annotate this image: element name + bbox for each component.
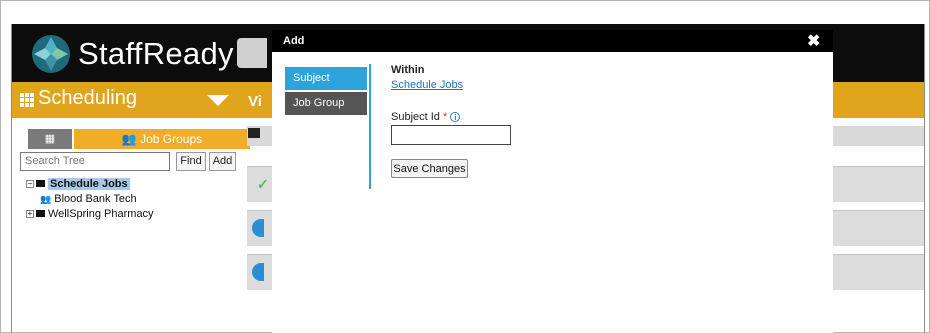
tree-node[interactable]: 👥 Blood Bank Tech — [40, 192, 137, 206]
within-link[interactable]: Schedule Jobs — [391, 79, 463, 91]
job-group-icon: 👥 — [40, 194, 52, 204]
subject-id-label: Subject Id — [391, 111, 440, 123]
check-icon: ✓ — [257, 176, 269, 192]
status-icon — [252, 263, 264, 281]
tab-job-group[interactable]: Job Group — [285, 92, 367, 115]
window-frame: StaffReady Scheduling Vi ▦ 👥 Job Groups … — [0, 0, 930, 333]
people-icon: 👥 — [121, 132, 137, 146]
add-button[interactable]: Add — [209, 152, 236, 171]
logo-text: StaffReady — [78, 36, 234, 71]
tab-organization[interactable]: ▦ — [28, 129, 72, 149]
subject-form: Within Schedule Jobs Subject Id * i Save… — [391, 64, 511, 178]
tab-subject[interactable]: Subject — [285, 67, 367, 90]
save-changes-button[interactable]: Save Changes — [391, 159, 468, 178]
subject-id-input[interactable] — [391, 125, 511, 145]
view-menu-partial[interactable]: Vi — [248, 93, 262, 110]
folder-icon — [36, 209, 45, 217]
app-background: StaffReady Scheduling Vi ▦ 👥 Job Groups … — [11, 24, 925, 333]
tree-node-label: Blood Bank Tech — [54, 193, 137, 205]
tab-job-groups-label: Job Groups — [140, 132, 203, 146]
required-marker: * — [442, 111, 448, 123]
tree-node[interactable]: − Schedule Jobs — [26, 177, 130, 191]
dialog-title: Add — [283, 35, 305, 47]
folder-icon — [36, 179, 45, 187]
tree-node[interactable]: + WellSpring Pharmacy — [26, 207, 154, 221]
logo-mark-icon — [32, 35, 70, 73]
within-label: Within — [391, 64, 425, 76]
grid-menu-icon[interactable] — [20, 93, 34, 107]
chevron-down-icon[interactable] — [207, 95, 229, 106]
close-icon[interactable]: ✖ — [807, 31, 820, 51]
add-dialog: Add ✖ Subject Job Group Within Schedule … — [272, 30, 833, 333]
status-icon — [252, 219, 264, 237]
module-title: Scheduling — [38, 87, 137, 109]
building-icon: ▦ — [44, 133, 56, 145]
subject-id-label-row: Subject Id * i — [391, 111, 461, 123]
collapse-icon[interactable]: − — [26, 180, 34, 189]
user-menu-icon[interactable] — [237, 38, 267, 68]
side-nav-divider — [369, 64, 371, 189]
tab-job-groups[interactable]: 👥 Job Groups — [74, 129, 250, 149]
search-tree-input[interactable]: Search Tree — [20, 152, 170, 171]
find-button[interactable]: Find — [176, 152, 206, 171]
dialog-side-nav: Subject Job Group — [285, 67, 367, 117]
tree-node-label: Schedule Jobs — [48, 178, 130, 190]
info-icon[interactable]: i — [450, 112, 461, 123]
dialog-header: Add ✖ — [272, 30, 833, 52]
expand-icon[interactable]: + — [26, 210, 34, 219]
folder-icon — [248, 128, 260, 138]
tree-node-label: WellSpring Pharmacy — [48, 208, 154, 220]
